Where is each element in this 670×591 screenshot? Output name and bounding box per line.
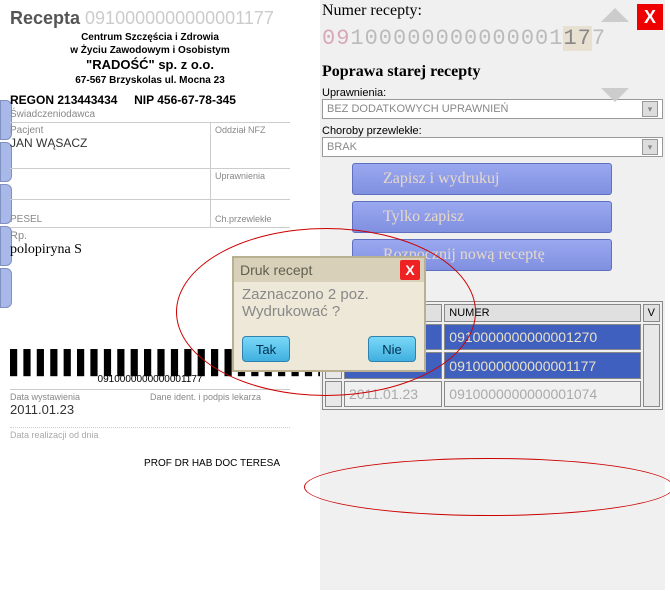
row-marker [325,381,342,407]
doctor-name: PROF DR HAB DOC TERESA [10,458,290,469]
uprawnienia-label: Uprawnienia [210,169,290,199]
dropdown-icon[interactable]: ▾ [642,139,658,155]
dialog-close-button[interactable]: X [400,260,420,280]
pacjent-label: Pacjent [10,125,210,136]
poprawa-heading: Poprawa starej recepty [322,63,663,81]
recepta-label: Recepta [10,8,80,28]
col-v[interactable]: V [643,304,660,322]
org-name: "RADOŚĆ" sp. z o.o. [10,57,290,74]
choroby-label: Choroby przewlekłe: [322,125,663,137]
dane-ident-label: Dane ident. i podpis lekarza [150,390,290,419]
ch-przewlekle-label: Ch.przewlekłe [210,200,290,227]
rp-label: Rp. [10,230,290,242]
recepta-number: 0910000000000001177 [80,8,274,28]
data-wystawienia: 2011.01.23 [10,402,150,417]
arrow-up-icon[interactable] [601,8,629,22]
save-only-button[interactable]: Tylko zapisz [352,201,612,233]
prescription-number-display: 09100000000000001177 [322,26,663,51]
scrollbar[interactable] [643,324,660,407]
table-row[interactable]: 2011.01.23 0910000000000001074 [325,381,660,407]
pesel-label: PESEL [10,200,210,227]
swiadczeniodawca-label: Świadczeniodawca [10,107,290,123]
no-button[interactable]: Nie [368,336,416,362]
save-print-button[interactable]: Zapisz i wydrukuj [352,163,612,195]
regon-value: 213443434 [57,93,117,107]
org-line: w Życiu Zawodowym i Osobistym [10,44,290,57]
nip-value: 456-67-78-345 [157,93,236,107]
pacjent-value: JAN WĄSACZ [10,136,210,150]
dialog-text-line1: Zaznaczono 2 poz. [242,286,416,303]
prescription-preview: Recepta 0910000000000001177 Centrum Szcz… [0,0,300,477]
dialog-text-line2: Wydrukować ? [242,303,416,320]
choroby-select[interactable]: BRAK▾ [322,137,663,157]
print-dialog: Druk recept X Zaznaczono 2 poz. Wydrukow… [232,256,426,372]
oddzial-nfz-label: Oddział NFZ [210,123,290,168]
regon-label: REGON [10,93,54,107]
uprawnienia-select[interactable]: BEZ DODATKOWYCH UPRAWNIEŃ▾ [322,99,663,119]
org-address: 67-567 Brzyskolas ul. Mocna 23 [10,74,290,87]
dialog-title: Druk recept [240,262,312,278]
dropdown-icon[interactable]: ▾ [642,101,658,117]
yes-button[interactable]: Tak [242,336,290,362]
nip-label: NIP [134,93,154,107]
arrow-down-icon[interactable] [601,88,629,102]
org-line: Centrum Szczęścia i Zdrowia [10,31,290,44]
data-wystawienia-label: Data wystawienia [10,392,150,402]
close-button[interactable]: X [637,4,663,30]
data-realizacji-label: Data realizacji od dnia [10,427,290,440]
col-numer[interactable]: NUMER [444,304,640,322]
